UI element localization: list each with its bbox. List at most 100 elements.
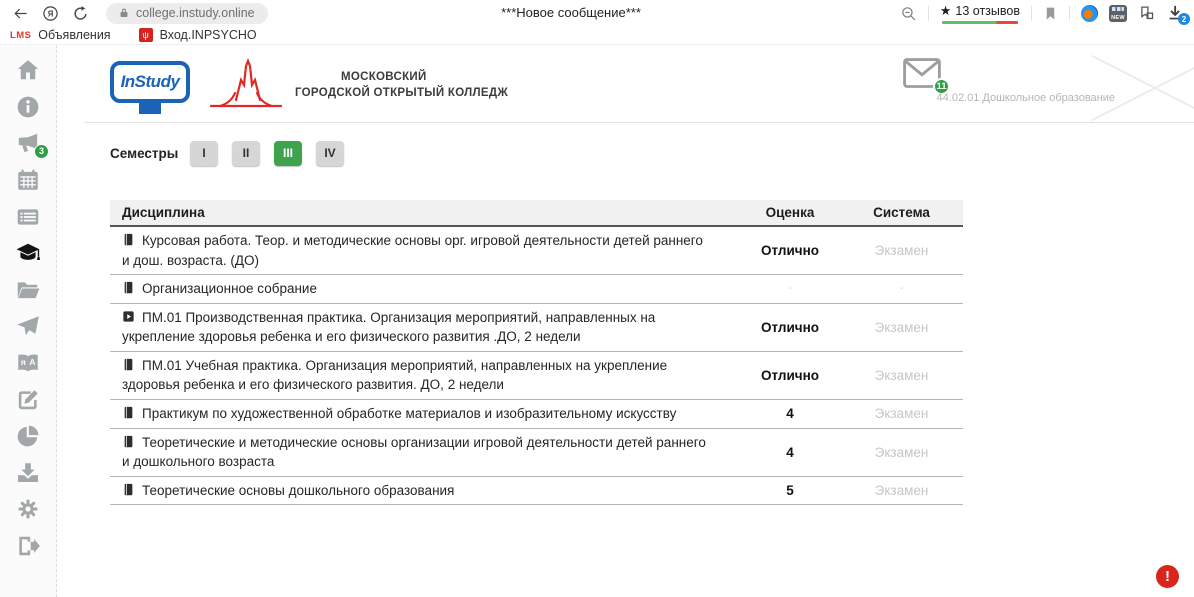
discipline-cell: Практикум по художественной обработке ма…	[110, 404, 740, 424]
mail-button[interactable]: 11	[903, 58, 941, 88]
system-cell: Экзамен	[840, 483, 963, 498]
info-icon	[15, 94, 41, 120]
book-icon	[122, 358, 135, 371]
table-header-row: Дисциплина Оценка Система	[110, 200, 963, 227]
grades-table-row[interactable]: ПМ.01 Производственная практика. Организ…	[110, 304, 963, 352]
grade-cell: 4	[740, 445, 840, 460]
card-list-icon	[15, 204, 41, 230]
grades-table-row[interactable]: ПМ.01 Учебная практика. Организация меро…	[110, 352, 963, 400]
divider	[928, 6, 929, 21]
college-emblem-icon	[205, 58, 287, 112]
edit-icon	[15, 387, 41, 413]
grade-cell: Отлично	[740, 243, 840, 258]
system-cell: Экзамен	[840, 406, 963, 421]
book-icon	[122, 406, 135, 419]
sidebar-item-folder[interactable]	[0, 272, 56, 309]
grades-table-row[interactable]: Практикум по художественной обработке ма…	[110, 400, 963, 429]
semester-button-I[interactable]: I	[190, 141, 218, 166]
url-text: college.instudy.online	[136, 6, 255, 20]
extension-browser-icon[interactable]	[1081, 5, 1098, 22]
downloads-icon[interactable]: 2	[1166, 4, 1184, 22]
back-icon[interactable]	[12, 5, 29, 22]
browser-nav-controls: Я college.instudy.online	[0, 3, 268, 24]
divider	[1031, 6, 1032, 21]
discipline-name: ПМ.01 Производственная практика. Организ…	[122, 310, 655, 345]
semester-button-II[interactable]: II	[232, 141, 260, 166]
bookmark-inpsycho[interactable]: Вход.INPSYCHO	[139, 28, 257, 42]
bookmark-flag-icon[interactable]	[1043, 6, 1058, 21]
reviews-rating-bar	[942, 21, 1018, 24]
discipline-name: Теоретические основы дошкольного образов…	[142, 483, 454, 498]
browser-topbar: Я college.instudy.online ***Новое сообще…	[0, 0, 1194, 26]
sidebar-item-settings[interactable]	[0, 491, 56, 528]
sidebar-item-language[interactable]: Aя	[0, 345, 56, 382]
divider	[1069, 6, 1070, 21]
sidebar-item-send[interactable]	[0, 308, 56, 345]
discipline-name: Курсовая работа. Теор. и методические ос…	[122, 233, 703, 268]
bookmark-announcements[interactable]: LMS Объявления	[10, 28, 111, 42]
lock-icon	[118, 7, 130, 19]
sidebar-item-graduation-cap[interactable]	[0, 235, 56, 272]
close-x-watermark-icon	[1092, 56, 1194, 120]
sidebar-item-logout[interactable]	[0, 528, 56, 565]
system-cell: Экзамен	[840, 368, 963, 383]
pie-chart-icon	[15, 423, 41, 449]
discipline-cell: Теоретические основы дошкольного образов…	[110, 481, 740, 501]
reviews-button[interactable]: 13 отзывов	[940, 3, 1020, 24]
extension-new-icon[interactable]: NEW	[1109, 5, 1127, 22]
program-label: 44.02.01 Дошкольное образование	[937, 92, 1115, 104]
discipline-cell: Организационное собрание	[110, 279, 740, 299]
calendar-icon	[15, 167, 41, 193]
refresh-icon[interactable]	[72, 5, 89, 22]
grades-table-row[interactable]: Курсовая работа. Теор. и методические ос…	[110, 227, 963, 275]
book-icon	[122, 281, 135, 294]
grade-cell: 5	[740, 483, 840, 498]
sidebar-item-home[interactable]	[0, 52, 56, 89]
discipline-cell: ПМ.01 Учебная практика. Организация меро…	[110, 356, 740, 395]
sidebar-item-card-list[interactable]	[0, 198, 56, 235]
inpsycho-favicon	[139, 28, 153, 42]
semester-button-III[interactable]: III	[274, 141, 302, 166]
grades-table-row[interactable]: Теоретические и методические основы орга…	[110, 429, 963, 477]
grade-cell: Отлично	[740, 320, 840, 335]
book-icon	[122, 435, 135, 448]
semester-button-IV[interactable]: IV	[316, 141, 344, 166]
grade-cell: 4	[740, 406, 840, 421]
discipline-cell: Курсовая работа. Теор. и методические ос…	[110, 231, 740, 270]
play-icon	[122, 310, 135, 323]
sidebar-item-announcements[interactable]: 3	[0, 125, 56, 162]
system-cell: -	[840, 283, 963, 294]
system-cell: Экзамен	[840, 243, 963, 258]
logout-icon	[15, 533, 41, 559]
address-bar[interactable]: college.instudy.online	[106, 3, 268, 24]
column-header-system: Система	[840, 205, 963, 220]
collections-panel-icon[interactable]	[1138, 5, 1155, 22]
sidebar-count-badge: 3	[34, 144, 49, 159]
college-name-line2: ГОРОДСКОЙ ОТКРЫТЫЙ КОЛЛЕДЖ	[295, 85, 508, 101]
alert-badge[interactable]: !	[1156, 565, 1179, 588]
grade-cell: -	[740, 283, 840, 294]
zoom-out-icon[interactable]	[900, 5, 917, 22]
table-body: Курсовая работа. Теор. и методические ос…	[110, 227, 963, 505]
instudy-logo-text: InStudy	[121, 72, 180, 92]
semester-buttons: IIIIIIIV	[190, 141, 358, 166]
sidebar-item-pie-chart[interactable]	[0, 418, 56, 455]
yandex-forward-icon[interactable]: Я	[42, 5, 59, 22]
sidebar-item-calendar[interactable]	[0, 162, 56, 199]
svg-text:Я: Я	[48, 9, 54, 18]
sidebar-item-info[interactable]	[0, 89, 56, 126]
discipline-cell: Теоретические и методические основы орга…	[110, 433, 740, 472]
header-divider	[85, 122, 1194, 123]
send-icon	[15, 313, 41, 339]
grades-table-row[interactable]: Организационное собрание--	[110, 275, 963, 304]
downloads-count-badge: 2	[1178, 13, 1190, 25]
grades-table-row[interactable]: Теоретические основы дошкольного образов…	[110, 477, 963, 506]
instudy-logo[interactable]: InStudy	[110, 61, 190, 103]
bookmark-label: Вход.INPSYCHO	[160, 28, 257, 42]
browser-toolbar-right: 13 отзывов NEW 2	[900, 3, 1194, 24]
book-icon	[122, 233, 135, 246]
sidebar-item-edit[interactable]	[0, 381, 56, 418]
sidebar-item-download[interactable]	[0, 455, 56, 492]
download-icon	[15, 460, 41, 486]
discipline-name: ПМ.01 Учебная практика. Организация меро…	[122, 358, 667, 393]
